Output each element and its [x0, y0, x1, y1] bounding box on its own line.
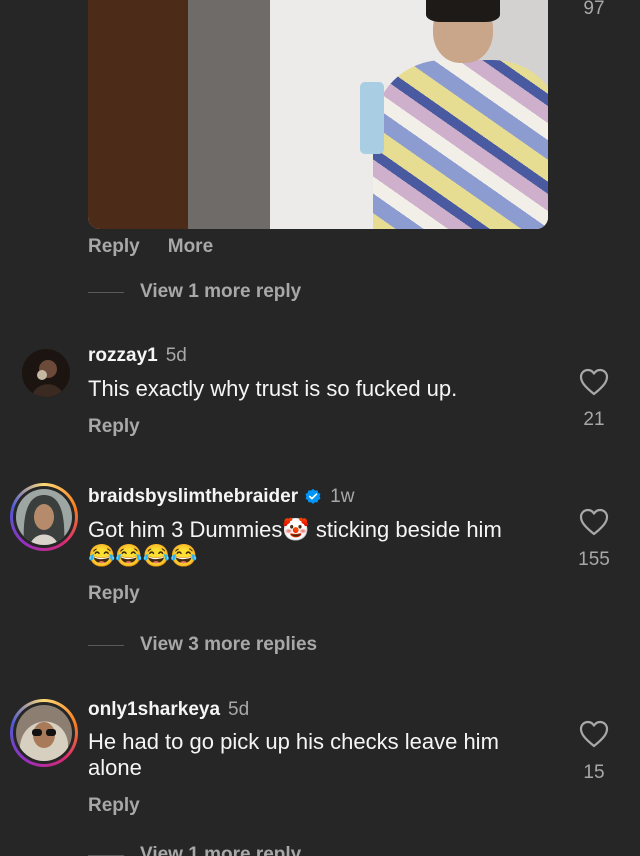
- view-replies-label: View 3 more replies: [140, 634, 318, 655]
- gif-person-body: [373, 60, 548, 229]
- view-replies-label: View 1 more reply: [140, 844, 302, 856]
- heart-outline-icon[interactable]: [578, 506, 610, 538]
- comment-time: 5d: [228, 699, 250, 720]
- divider-line: [88, 644, 124, 646]
- avatar-image: [16, 705, 72, 761]
- comment-text: He had to go pick up his checks leave hi…: [88, 729, 499, 780]
- gif-door: [88, 0, 188, 229]
- like-count: 15: [583, 762, 605, 783]
- comments-sheet: E 97 Reply More View 1 more reply rozzay…: [0, 0, 640, 856]
- laughing-emoji-row: 😂😂😂😂: [88, 543, 198, 568]
- avatar-image: [16, 489, 72, 545]
- avatar-image: [22, 349, 70, 397]
- comment-text: This exactly why trust is so fucked up.: [88, 376, 458, 401]
- reply-button[interactable]: Reply: [88, 795, 140, 817]
- verified-badge-icon: [305, 488, 321, 504]
- comment-time: 1w: [330, 486, 355, 507]
- username[interactable]: rozzay1: [88, 345, 158, 367]
- story-ring-avatar[interactable]: [10, 483, 78, 551]
- like-count: 97: [583, 0, 605, 19]
- gif-media[interactable]: E: [88, 0, 548, 229]
- gif-doorframe: [188, 0, 270, 229]
- gif-person-hair: [426, 0, 500, 22]
- like-count: 21: [583, 409, 605, 430]
- heart-outline-icon[interactable]: [578, 366, 610, 398]
- username[interactable]: only1sharkeya: [88, 699, 220, 721]
- heart-outline-icon[interactable]: [578, 718, 610, 750]
- divider-line: [88, 291, 124, 293]
- view-replies-button[interactable]: View 1 more reply: [88, 844, 301, 856]
- comment-text: Got him 3 Dummies🤡 sticking beside him 😂…: [88, 517, 558, 569]
- comment-text-part: Got him 3 Dummies: [88, 517, 283, 542]
- view-replies-label: View 1 more reply: [140, 281, 302, 302]
- avatar[interactable]: [22, 349, 70, 397]
- clown-emoji: 🤡: [282, 517, 310, 542]
- username-row[interactable]: braidsbyslimthebraider 1w: [88, 486, 354, 508]
- view-replies-button[interactable]: View 1 more reply: [88, 281, 301, 303]
- username[interactable]: braidsbyslimthebraider: [88, 486, 298, 508]
- username-row[interactable]: rozzay1 5d: [88, 345, 187, 367]
- story-ring-avatar[interactable]: [10, 699, 78, 767]
- divider-line: [88, 854, 124, 856]
- like-count: 155: [578, 549, 610, 570]
- reply-button[interactable]: Reply: [88, 416, 140, 438]
- gif-bottle: [360, 82, 384, 154]
- reply-button[interactable]: Reply: [88, 236, 140, 258]
- more-button[interactable]: More: [168, 236, 213, 258]
- comment-time: 5d: [165, 345, 187, 366]
- view-replies-button[interactable]: View 3 more replies: [88, 634, 317, 656]
- avatar: [16, 489, 72, 545]
- comment-actions: Reply More: [88, 236, 213, 258]
- reply-button[interactable]: Reply: [88, 583, 140, 605]
- avatar: [16, 705, 72, 761]
- comment-text-part: sticking beside him: [309, 517, 502, 542]
- username-row[interactable]: only1sharkeya 5d: [88, 699, 249, 721]
